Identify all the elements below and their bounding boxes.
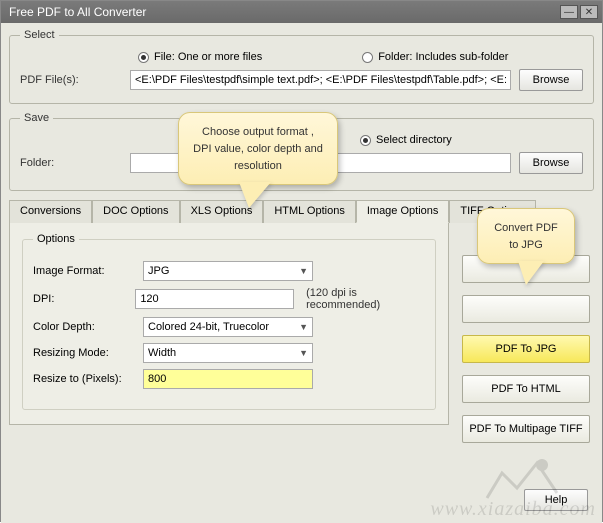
radio-dot-icon [138, 52, 149, 63]
tab-body: Options Image Format: JPG ▼ DPI: (120 dp… [9, 223, 449, 425]
resizing-mode-select[interactable]: Width ▼ [143, 343, 313, 363]
radio-dot-icon [362, 52, 373, 63]
color-depth-select[interactable]: Colored 24-bit, Truecolor ▼ [143, 317, 313, 337]
pdf-files-label: PDF File(s): [20, 74, 130, 86]
pdf-to-multipage-tiff-button[interactable]: PDF To Multipage TIFF [462, 415, 590, 443]
chevron-down-icon: ▼ [299, 348, 308, 358]
callout-convert: Convert PDF to JPG [477, 208, 575, 264]
resizing-mode-value: Width [148, 347, 176, 359]
client-area: Select File: One or more files Folder: I… [1, 23, 602, 523]
select-legend: Select [20, 29, 59, 41]
right-button-column: . . PDF To JPG PDF To HTML PDF To Multip… [462, 255, 590, 455]
resize-pixels-input[interactable] [143, 369, 313, 389]
options-group: Options Image Format: JPG ▼ DPI: (120 dp… [22, 233, 436, 410]
titlebar: Free PDF to All Converter — ✕ [1, 1, 602, 23]
dpi-input[interactable] [135, 289, 294, 309]
callout-tail-icon [518, 261, 544, 285]
pdf-to-html-button[interactable]: PDF To HTML [462, 375, 590, 403]
tab-doc-options[interactable]: DOC Options [92, 200, 179, 223]
color-depth-label: Color Depth: [33, 321, 143, 333]
file-radio-label: File: One or more files [154, 51, 262, 63]
folder-label: Folder: [20, 157, 130, 169]
options-legend: Options [33, 233, 79, 245]
callout-convert-text: Convert PDF to JPG [494, 222, 558, 251]
folder-radio-label: Folder: Includes sub-folder [378, 51, 508, 63]
right-button-hidden-2[interactable]: . [462, 295, 590, 323]
browse-files-button[interactable]: Browse [519, 69, 583, 91]
tab-conversions[interactable]: Conversions [9, 200, 92, 223]
color-depth-value: Colored 24-bit, Truecolor [148, 321, 269, 333]
tab-image-options[interactable]: Image Options [356, 200, 450, 223]
help-button[interactable]: Help [524, 489, 588, 511]
select-directory-radio[interactable]: Select directory [360, 134, 452, 146]
resize-pixels-label: Resize to (Pixels): [33, 373, 143, 385]
save-legend: Save [20, 112, 53, 124]
minimize-button[interactable]: — [560, 5, 578, 19]
resizing-mode-label: Resizing Mode: [33, 347, 143, 359]
select-group: Select File: One or more files Folder: I… [9, 29, 594, 104]
callout-format-text: Choose output format , DPI value, color … [193, 126, 323, 172]
select-directory-label: Select directory [376, 134, 452, 146]
tabs: Conversions DOC Options XLS Options HTML… [9, 199, 449, 223]
radio-dot-icon [360, 135, 371, 146]
image-format-value: JPG [148, 265, 169, 277]
callout-format: Choose output format , DPI value, color … [178, 112, 338, 185]
callout-tail-icon [239, 182, 271, 208]
dpi-label: DPI: [33, 293, 135, 305]
image-format-select[interactable]: JPG ▼ [143, 261, 313, 281]
chevron-down-icon: ▼ [299, 266, 308, 276]
folder-radio[interactable]: Folder: Includes sub-folder [362, 51, 508, 63]
chevron-down-icon: ▼ [299, 322, 308, 332]
image-format-label: Image Format: [33, 265, 143, 277]
pdf-files-input[interactable] [130, 70, 511, 90]
window-title: Free PDF to All Converter [5, 5, 558, 19]
browse-folder-button[interactable]: Browse [519, 152, 583, 174]
dpi-hint: (120 dpi is recommended) [306, 287, 425, 311]
tab-html-options[interactable]: HTML Options [263, 200, 356, 223]
pdf-to-jpg-button[interactable]: PDF To JPG [462, 335, 590, 363]
file-radio[interactable]: File: One or more files [138, 51, 262, 63]
close-button[interactable]: ✕ [580, 5, 598, 19]
